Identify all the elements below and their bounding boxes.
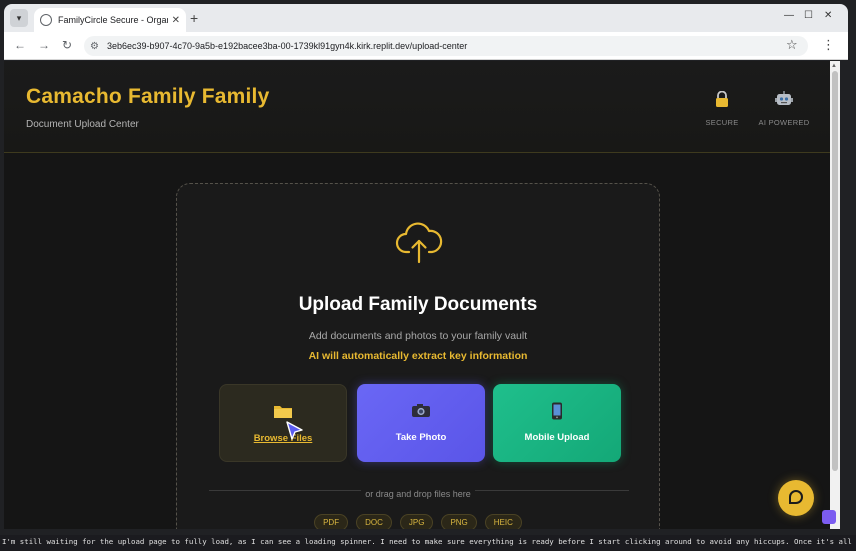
secure-label: SECURE — [705, 118, 739, 127]
family-title: Camacho Family Family — [26, 85, 270, 108]
forward-button[interactable]: → — [38, 38, 50, 52]
ai-extract-note: AI will automatically extract key inform… — [308, 350, 528, 362]
new-tab-button[interactable]: + — [190, 10, 198, 26]
page-scrollbar[interactable]: ▲ ▼ — [830, 61, 840, 529]
extension-icon[interactable] — [822, 510, 836, 524]
browser-toolbar: ← → ↻ ⚙ 3eb6ec39-b907-4c70-9a5b-e192bace… — [4, 32, 848, 60]
chat-button[interactable] — [778, 480, 814, 516]
folder-icon — [220, 403, 346, 425]
file-type-badge: HEIC — [484, 514, 522, 529]
lock-icon — [692, 90, 752, 112]
ai-powered-badge: AI POWERED — [754, 91, 814, 127]
page-header: Camacho Family Family Document Upload Ce… — [4, 61, 830, 153]
mobile-upload-label: Mobile Upload — [524, 432, 590, 443]
browser-window: ▾ FamilyCircle Secure - Organiz ✕ + — ☐ … — [0, 0, 856, 551]
site-info-icon[interactable]: ⚙ — [90, 41, 99, 52]
file-type-badge: PDF — [314, 514, 349, 529]
chat-bubble-icon — [789, 490, 803, 504]
page-viewport: Camacho Family Family Document Upload Ce… — [4, 61, 830, 529]
mobile-upload-button[interactable]: Mobile Upload — [493, 384, 621, 462]
upload-title: Upload Family Documents — [298, 294, 538, 315]
take-photo-button[interactable]: Take Photo — [357, 384, 485, 462]
tab-strip: ▾ FamilyCircle Secure - Organiz ✕ + — ☐ … — [4, 4, 848, 32]
upload-dropzone[interactable]: Upload Family Documents Add documents an… — [176, 183, 660, 529]
scrollbar-thumb[interactable] — [832, 71, 838, 471]
browser-menu-button[interactable]: ⋮ — [822, 37, 835, 53]
drag-drop-label: or drag and drop files here — [361, 489, 475, 499]
drag-drop-hint: or drag and drop files here — [177, 484, 659, 502]
address-bar[interactable]: ⚙ 3eb6ec39-b907-4c70-9a5b-e192bacee3ba-0… — [84, 36, 808, 56]
close-tab-icon[interactable]: ✕ — [172, 15, 180, 26]
robot-icon — [754, 91, 814, 112]
cloud-upload-icon — [395, 222, 443, 264]
narration-caption: I'm still waiting for the upload page to… — [0, 535, 856, 551]
take-photo-label: Take Photo — [395, 432, 447, 443]
file-type-badge: DOC — [356, 514, 392, 529]
browser-tab[interactable]: FamilyCircle Secure - Organiz ✕ — [34, 8, 186, 32]
file-type-list: PDF DOC JPG PNG HEIC — [177, 514, 659, 529]
scroll-up-icon[interactable]: ▲ — [831, 63, 837, 69]
camera-icon — [357, 402, 485, 424]
ai-powered-label: AI POWERED — [758, 118, 810, 127]
mobile-phone-icon — [493, 402, 621, 424]
page-subtitle: Document Upload Center — [26, 119, 139, 130]
maximize-button[interactable]: ☐ — [804, 10, 813, 21]
secure-badge: SECURE — [692, 90, 752, 127]
browse-files-button[interactable]: Browse Files — [219, 384, 347, 462]
mouse-cursor-icon — [286, 421, 303, 440]
tab-search-button[interactable]: ▾ — [10, 9, 28, 27]
browse-files-label: Browse Files — [253, 433, 313, 444]
upload-subtitle: Add documents and photos to your family … — [308, 330, 528, 342]
url-text: 3eb6ec39-b907-4c70-9a5b-e192bacee3ba-00-… — [106, 41, 468, 51]
globe-icon — [40, 14, 52, 26]
back-button[interactable]: ← — [14, 38, 26, 52]
tab-title: FamilyCircle Secure - Organiz — [58, 15, 168, 25]
reload-button[interactable]: ↻ — [62, 38, 72, 52]
minimize-button[interactable]: — — [784, 10, 794, 21]
file-type-badge: JPG — [399, 514, 434, 529]
bookmark-star-icon[interactable]: ☆ — [786, 37, 798, 53]
close-window-button[interactable]: ✕ — [824, 10, 832, 21]
file-type-badge: PNG — [441, 514, 477, 529]
